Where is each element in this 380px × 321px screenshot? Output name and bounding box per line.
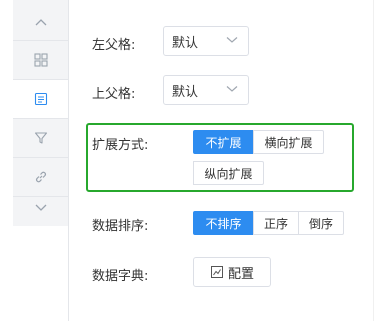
- property-sidebar: [13, 0, 69, 226]
- scroll-edge: [373, 0, 374, 321]
- sidebar-collapse-down[interactable]: [13, 189, 68, 227]
- top-parent-label: 上父格:: [92, 87, 136, 102]
- expand-horizontal-button[interactable]: 横向扩展: [253, 130, 324, 154]
- sidebar-collapse-up[interactable]: [13, 3, 68, 41]
- dictionary-label: 数据字典:: [92, 269, 149, 284]
- sidebar-item-grid[interactable]: [13, 41, 68, 79]
- sort-label: 数据排序:: [92, 219, 149, 234]
- link-icon: [35, 171, 46, 183]
- sort-group: 不排序 正序 倒序: [193, 211, 344, 235]
- list-icon: [34, 92, 48, 106]
- dictionary-config-button[interactable]: 配置: [193, 257, 271, 287]
- content-divider: [68, 0, 69, 321]
- chevron-down-icon: [226, 37, 238, 43]
- top-parent-value: 默认: [172, 84, 199, 100]
- sort-asc-button[interactable]: 正序: [253, 211, 299, 235]
- expand-mode-label: 扩展方式:: [92, 138, 149, 153]
- expand-vertical-button[interactable]: 纵向扩展: [193, 161, 264, 185]
- chevron-up-icon: [35, 19, 46, 26]
- sidebar-item-properties[interactable]: [13, 80, 69, 118]
- expand-none-button[interactable]: 不扩展: [193, 130, 254, 154]
- grid-icon: [33, 53, 48, 67]
- filter-icon: [34, 132, 47, 144]
- chart-icon: [210, 266, 223, 278]
- chevron-down-icon: [226, 86, 238, 92]
- config-button-label: 配置: [227, 266, 254, 282]
- sidebar-item-filter[interactable]: [13, 119, 68, 157]
- sort-none-button[interactable]: 不排序: [193, 211, 254, 235]
- expand-mode-group: 不扩展 横向扩展: [193, 130, 324, 154]
- sort-desc-button[interactable]: 倒序: [298, 211, 344, 235]
- left-parent-label: 左父格:: [92, 38, 136, 53]
- chevron-down-icon: [35, 204, 46, 211]
- left-parent-select[interactable]: 默认: [163, 26, 249, 56]
- expand-mode-group-2: 纵向扩展: [193, 161, 264, 185]
- top-parent-select[interactable]: 默认: [163, 75, 249, 105]
- left-parent-value: 默认: [172, 35, 199, 51]
